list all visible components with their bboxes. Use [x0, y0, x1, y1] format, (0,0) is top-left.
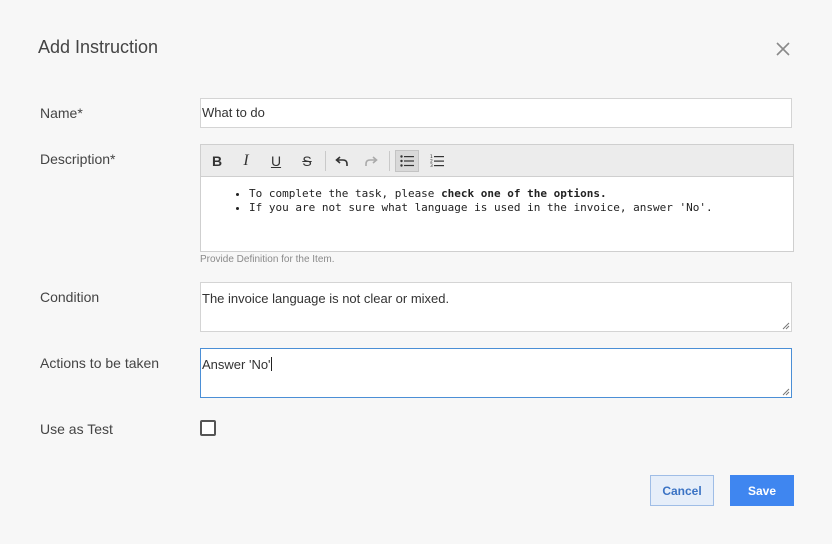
resize-grip-icon[interactable]	[781, 387, 790, 396]
bold-icon: B	[211, 153, 223, 169]
condition-field[interactable]: The invoice language is not clear or mix…	[200, 282, 792, 332]
redo-button[interactable]	[359, 150, 383, 172]
numbered-list-icon: 1 2 3	[430, 154, 444, 168]
condition-value: The invoice language is not clear or mix…	[202, 291, 450, 306]
editor-toolbar: B I U S 1 2 3	[201, 145, 793, 177]
actions-label: Actions to be taken	[40, 355, 160, 371]
dialog-title: Add Instruction	[38, 37, 159, 57]
svg-text:3: 3	[430, 163, 433, 168]
strikethrough-icon: S	[302, 153, 312, 169]
italic-button[interactable]: I	[234, 150, 258, 172]
resize-grip-icon[interactable]	[781, 321, 790, 330]
condition-label: Condition	[40, 289, 100, 305]
text-cursor	[270, 357, 272, 371]
list-item: To complete the task, please check one o…	[249, 187, 793, 201]
underline-button[interactable]: U	[264, 150, 288, 172]
actions-field[interactable]: Answer 'No'	[200, 348, 792, 398]
description-helper-text: Provide Definition for the Item.	[200, 254, 335, 265]
bulleted-list-icon	[400, 155, 414, 167]
description-label: Description*	[40, 151, 116, 167]
bulleted-list-button[interactable]	[395, 150, 419, 172]
list-item: If you are not sure what language is use…	[249, 201, 793, 215]
cancel-button[interactable]: Cancel	[650, 475, 714, 506]
save-button[interactable]: Save	[730, 475, 794, 506]
close-button[interactable]	[774, 40, 792, 58]
numbered-list-button[interactable]: 1 2 3	[425, 150, 449, 172]
underline-icon: U	[270, 153, 282, 169]
name-label: Name*	[40, 105, 83, 121]
editor-content[interactable]: To complete the task, please check one o…	[201, 177, 793, 214]
bold-button[interactable]: B	[205, 150, 229, 172]
description-editor[interactable]: B I U S 1 2 3 • To complete the task, pl…	[200, 144, 794, 252]
undo-button[interactable]	[330, 150, 354, 172]
toolbar-divider	[389, 151, 390, 171]
close-icon	[776, 42, 790, 56]
name-input[interactable]: What to do	[200, 98, 792, 128]
use-as-test-label: Use as Test	[40, 421, 113, 437]
strikethrough-button[interactable]: S	[295, 150, 319, 172]
undo-icon	[335, 156, 348, 166]
redo-icon	[365, 156, 378, 166]
actions-value: Answer 'No'	[202, 357, 271, 372]
use-as-test-checkbox[interactable]	[200, 420, 216, 436]
toolbar-divider	[325, 151, 326, 171]
italic-icon: I	[243, 152, 249, 169]
